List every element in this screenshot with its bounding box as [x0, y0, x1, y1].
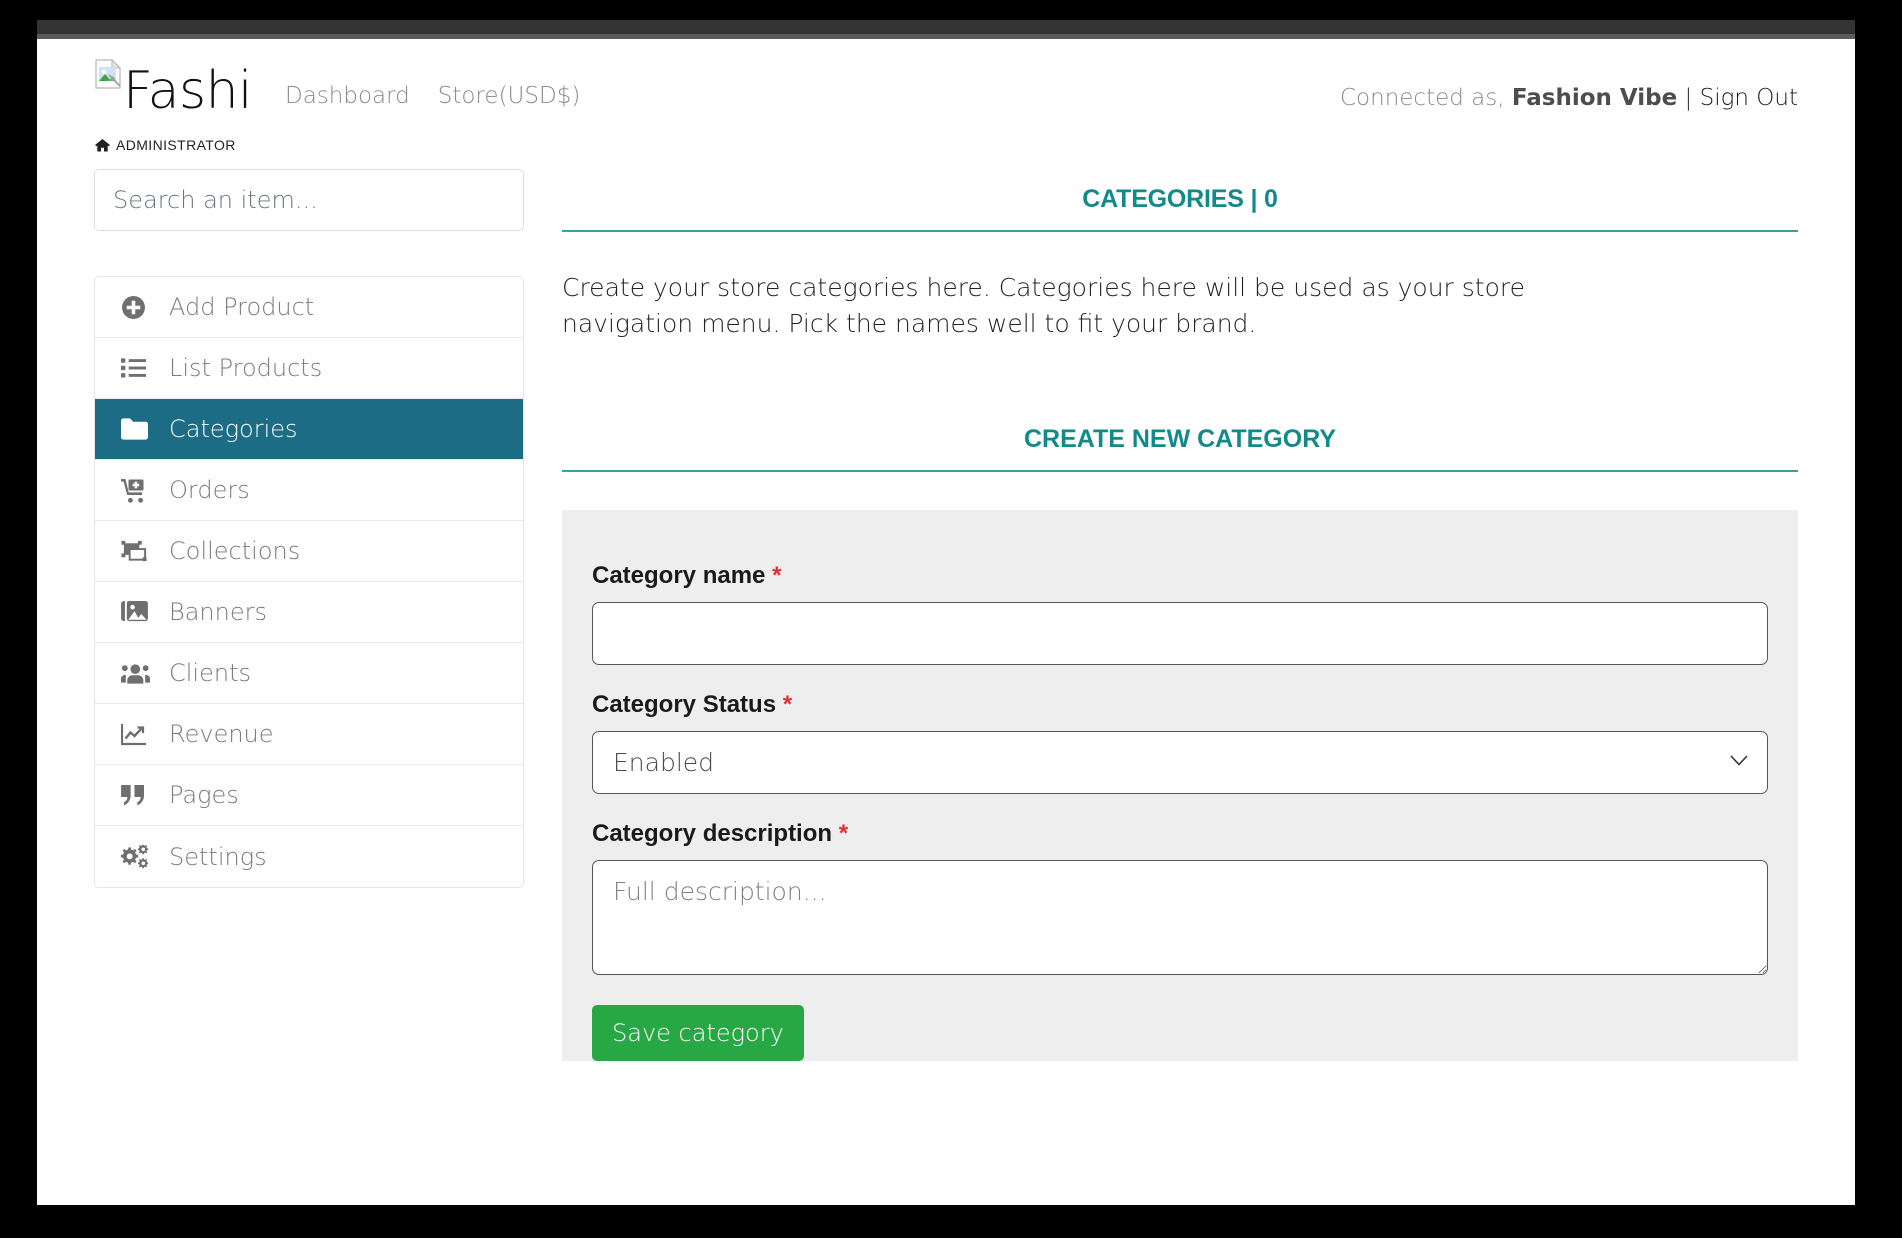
page-title: CATEGORIES | 0 — [1082, 185, 1278, 213]
sidebar-item-settings[interactable]: Settings — [95, 826, 523, 887]
category-name-input[interactable] — [592, 601, 1768, 665]
folder-icon — [121, 418, 159, 440]
page: Fashi Dashboard Store(USD$) Connected as… — [37, 39, 1855, 1205]
category-status-select[interactable]: Enabled Disabled — [592, 730, 1768, 794]
required-asterisk: * — [838, 819, 849, 847]
sidebar: Add Product List Products — [94, 169, 524, 1061]
sidebar-item-label: List Products — [169, 354, 323, 382]
sidebar-item-label: Clients — [169, 659, 251, 687]
screen: Fashi Dashboard Store(USD$) Connected as… — [0, 0, 1902, 1238]
administrator-label: ADMINISTRATOR — [116, 137, 236, 153]
account-status: Connected as, Fashion Vibe | Sign Out — [1340, 85, 1798, 111]
category-description-label: Category description * — [592, 820, 1768, 848]
sidebar-item-orders[interactable]: Orders — [95, 460, 523, 521]
sidebar-item-banners[interactable]: Banners — [95, 582, 523, 643]
browser-chrome-bar — [37, 20, 1855, 34]
sidebar-item-label: Orders — [169, 476, 250, 504]
sidebar-item-add-product[interactable]: Add Product — [95, 277, 523, 338]
required-asterisk: * — [772, 561, 782, 589]
account-username: Fashion Vibe — [1511, 85, 1678, 111]
sidebar-item-label: Add Product — [169, 293, 315, 321]
account-separator: | — [1684, 85, 1693, 111]
category-status-label-text: Category Status — [592, 690, 777, 718]
sidebar-menu: Add Product List Products Categories Ord… — [94, 276, 524, 888]
nav-item-dashboard[interactable]: Dashboard — [285, 83, 410, 109]
sidebar-item-revenue[interactable]: Revenue — [95, 704, 523, 765]
form-title-divider — [562, 469, 1798, 472]
category-status-label: Category Status * — [592, 691, 1768, 719]
category-description-label-text: Category description — [592, 819, 833, 847]
plus-circle-icon — [121, 295, 159, 320]
create-category-panel: Category name * Category Status * Enable… — [562, 509, 1798, 1061]
body: Add Product List Products — [37, 169, 1855, 1061]
nav-item-store[interactable]: Store(USD$) — [438, 83, 581, 109]
page-description: Create your store categories here. Categ… — [562, 273, 1526, 339]
sidebar-item-label: Collections — [169, 537, 301, 565]
search-input[interactable] — [94, 169, 524, 231]
sign-out-link[interactable]: Sign Out — [1700, 85, 1798, 111]
administrator-breadcrumb[interactable]: ADMINISTRATOR — [95, 137, 236, 153]
quote-icon — [121, 784, 159, 806]
category-status-select-wrap: Enabled Disabled — [592, 730, 1768, 794]
sidebar-item-label: Settings — [169, 842, 267, 871]
form-title: CREATE NEW CATEGORY — [1023, 424, 1337, 453]
sidebar-item-categories[interactable]: Categories — [95, 399, 523, 460]
brand[interactable]: Fashi — [95, 59, 253, 121]
chart-line-icon — [121, 723, 159, 746]
connected-prefix: Connected as, — [1340, 85, 1505, 111]
category-name-label: Category name * — [592, 562, 1768, 590]
main-content: CATEGORIES | 0 Create your store categor… — [524, 169, 1798, 1061]
sidebar-item-label: Categories — [169, 415, 298, 443]
sidebar-item-collections[interactable]: Collections — [95, 521, 523, 582]
home-icon — [95, 138, 110, 152]
save-category-button[interactable]: Save category — [592, 1004, 804, 1061]
brand-name: Fashi — [123, 61, 253, 121]
sidebar-item-label: Pages — [169, 781, 239, 809]
category-description-textarea[interactable] — [592, 859, 1768, 975]
users-icon — [121, 663, 159, 684]
collections-icon — [121, 539, 159, 563]
sidebar-item-label: Revenue — [169, 720, 274, 748]
sidebar-item-clients[interactable]: Clients — [95, 643, 523, 704]
list-icon — [121, 357, 159, 379]
header: Fashi Dashboard Store(USD$) Connected as… — [37, 39, 1855, 169]
cart-plus-icon — [121, 478, 159, 503]
required-asterisk: * — [782, 690, 793, 718]
category-name-label-text: Category name — [592, 561, 766, 589]
sidebar-item-list-products[interactable]: List Products — [95, 338, 523, 399]
broken-image-icon — [95, 59, 121, 89]
images-icon — [121, 600, 159, 624]
title-divider — [562, 230, 1798, 232]
cogs-icon — [121, 844, 159, 869]
top-navigation: Dashboard Store(USD$) — [285, 83, 580, 109]
sidebar-item-label: Banners — [169, 598, 267, 626]
sidebar-item-pages[interactable]: Pages — [95, 765, 523, 826]
